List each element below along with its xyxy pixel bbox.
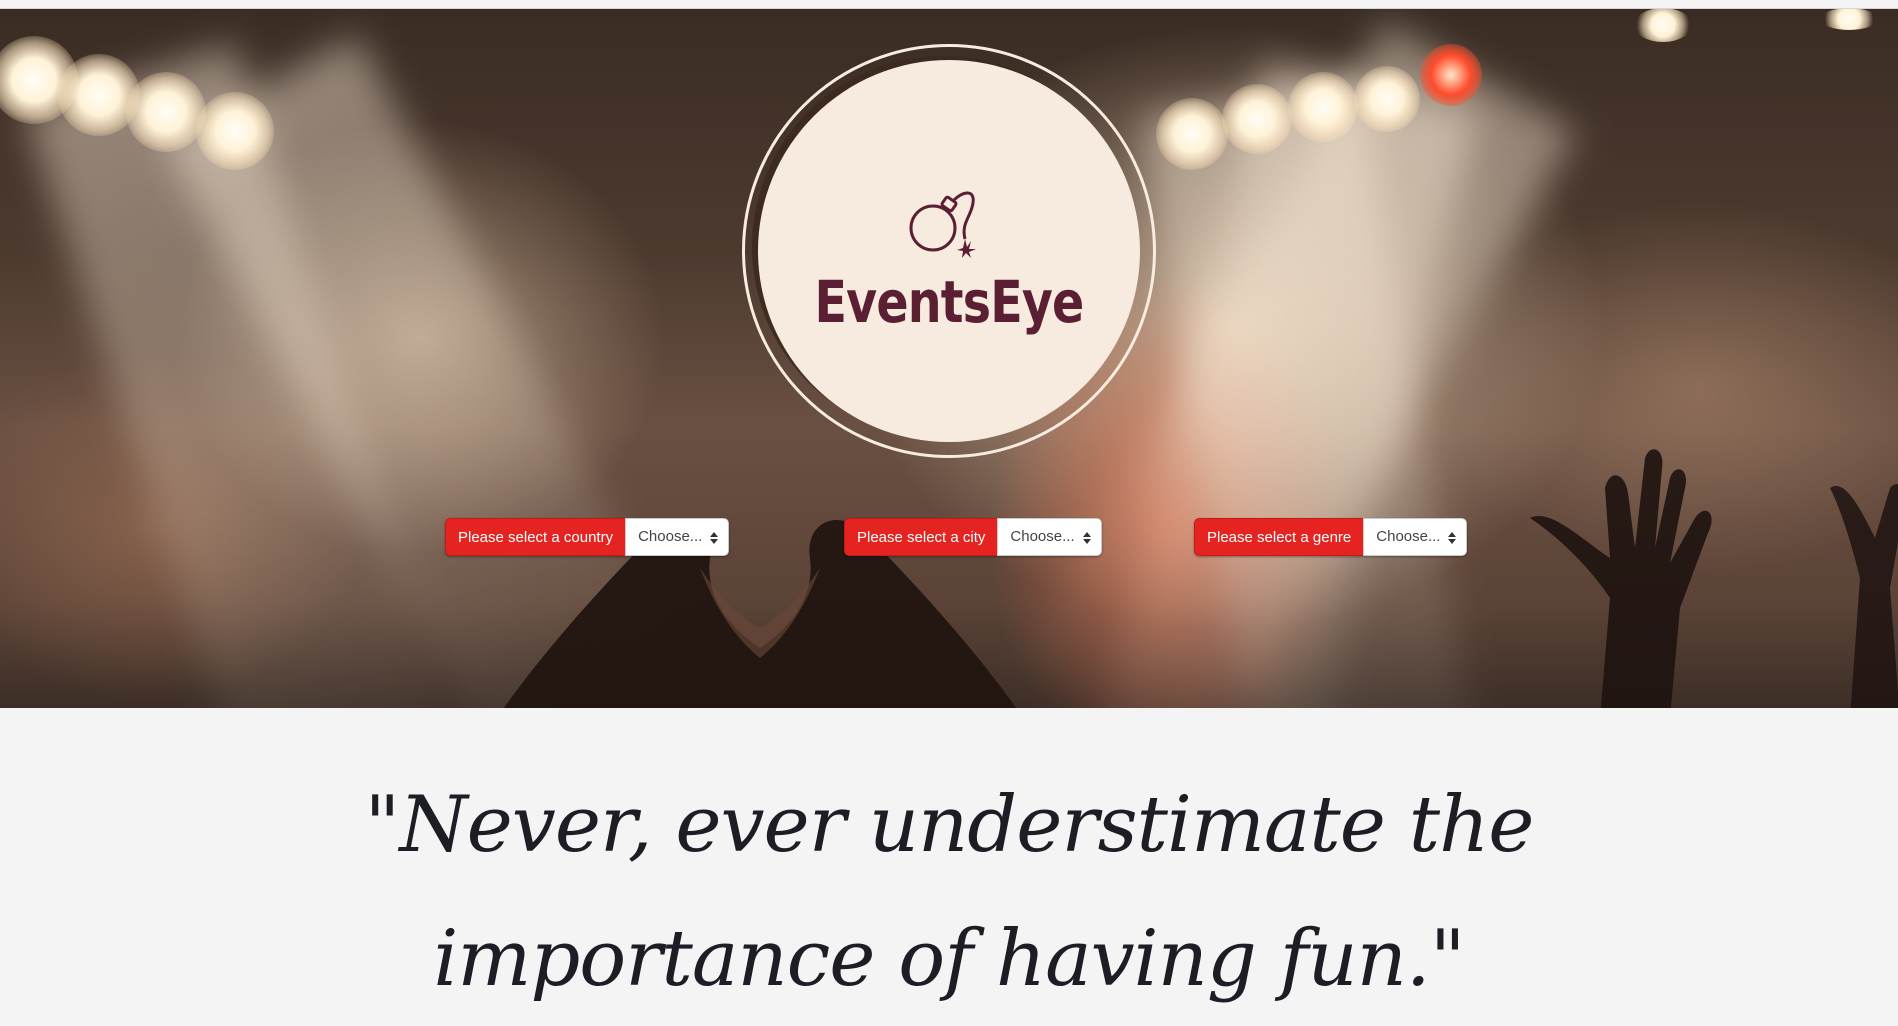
select-arrows-icon — [1448, 532, 1457, 544]
raised-hand-silhouette — [1830, 484, 1898, 708]
genre-select-value: Choose... — [1376, 528, 1441, 545]
city-filter-label: Please select a city — [844, 518, 998, 556]
stage-light — [1354, 66, 1420, 132]
genre-filter[interactable]: Please select a genre Choose... — [1194, 518, 1468, 556]
stage-light — [1222, 84, 1292, 154]
stage-light — [1156, 98, 1228, 170]
brand-name[interactable]: EventsEye — [792, 268, 1105, 336]
stage-light — [1634, 8, 1692, 42]
genre-select[interactable]: Choose... — [1363, 518, 1468, 556]
stage-light — [196, 92, 274, 170]
stage-light — [126, 72, 206, 152]
country-filter[interactable]: Please select a country Choose... — [445, 518, 730, 556]
city-filter[interactable]: Please select a city Choose... — [844, 518, 1102, 556]
raised-hand-silhouette — [1530, 449, 1712, 708]
select-arrows-icon — [710, 532, 719, 544]
stage-light — [1420, 44, 1482, 106]
city-select[interactable]: Choose... — [997, 518, 1102, 556]
select-arrows-icon — [1082, 532, 1091, 544]
genre-filter-label: Please select a genre — [1194, 518, 1364, 556]
stage-light — [1820, 8, 1878, 30]
stage-light — [1288, 72, 1358, 142]
country-select[interactable]: Choose... — [625, 518, 730, 556]
country-filter-label: Please select a country — [445, 518, 626, 556]
top-bar — [0, 0, 1898, 9]
bomb-icon — [909, 191, 976, 258]
country-select-value: Choose... — [638, 528, 703, 545]
city-select-value: Choose... — [1010, 528, 1075, 545]
quote-text: "Never, ever understimate the importance… — [364, 780, 1535, 1004]
